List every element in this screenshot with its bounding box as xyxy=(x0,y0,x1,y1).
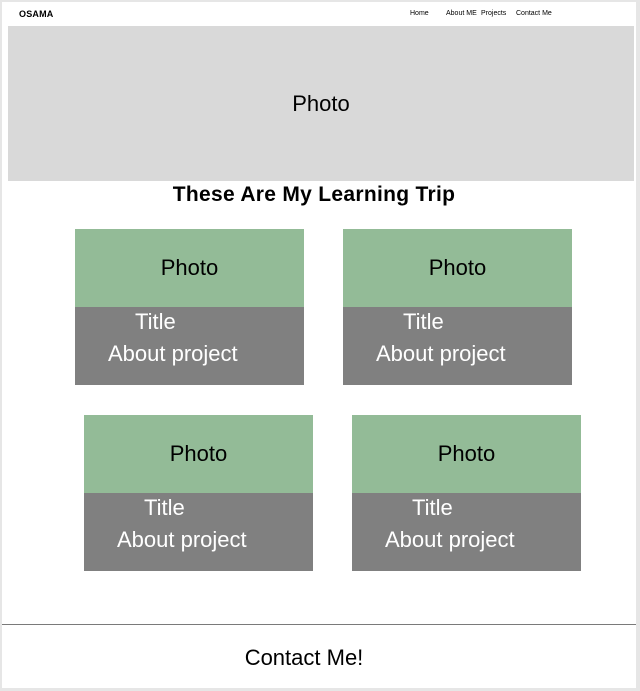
card-photo-label: Photo xyxy=(437,441,496,466)
nav-link-about[interactable]: About ME xyxy=(446,10,477,17)
card-about: About project xyxy=(117,527,247,552)
site-logo[interactable]: OSAMA xyxy=(19,9,54,19)
card-photo: Photo xyxy=(84,415,313,493)
page-frame: OSAMA Home About ME Projects Contact Me … xyxy=(2,2,636,688)
nav-link-projects[interactable]: Projects xyxy=(481,10,506,17)
card-body: Title About project xyxy=(84,493,313,571)
card-title: Title xyxy=(403,309,444,334)
top-nav: OSAMA Home About ME Projects Contact Me xyxy=(2,2,636,26)
card-photo: Photo xyxy=(352,415,581,493)
nav-link-home[interactable]: Home xyxy=(410,10,429,17)
section-title: These Are My Learning Trip xyxy=(172,183,456,206)
card-photo-label: Photo xyxy=(169,441,228,466)
card-photo-label: Photo xyxy=(160,255,219,280)
project-card[interactable]: Photo Title About project xyxy=(75,229,304,385)
hero-photo-label: Photo xyxy=(292,90,350,116)
card-about: About project xyxy=(376,341,506,366)
project-card[interactable]: Photo Title About project xyxy=(352,415,581,571)
card-title: Title xyxy=(412,495,453,520)
card-about: About project xyxy=(108,341,238,366)
nav-link-contact[interactable]: Contact Me xyxy=(516,10,552,17)
card-title: Title xyxy=(135,309,176,334)
card-body: Title About project xyxy=(352,493,581,571)
card-photo-label: Photo xyxy=(428,255,487,280)
card-body: Title About project xyxy=(343,307,572,385)
contact-heading[interactable]: Contact Me! xyxy=(2,645,606,671)
card-body: Title About project xyxy=(75,307,304,385)
footer-divider xyxy=(2,624,636,625)
card-photo: Photo xyxy=(343,229,572,307)
project-card[interactable]: Photo Title About project xyxy=(343,229,572,385)
card-about: About project xyxy=(385,527,515,552)
project-card[interactable]: Photo Title About project xyxy=(84,415,313,571)
card-photo: Photo xyxy=(75,229,304,307)
hero-photo: Photo xyxy=(8,26,634,181)
card-title: Title xyxy=(144,495,185,520)
